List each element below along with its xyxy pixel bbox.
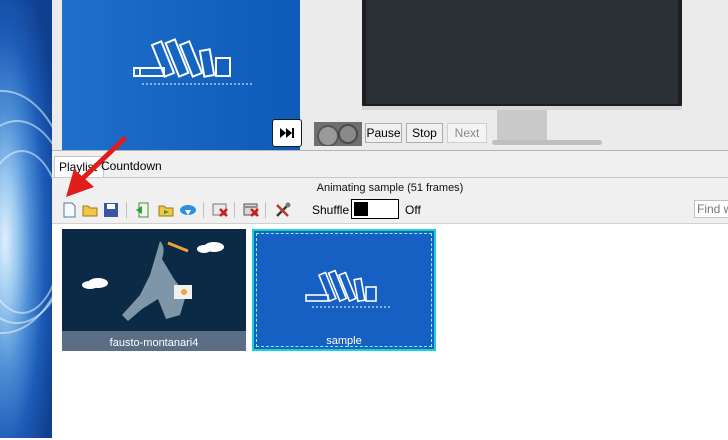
books-thumbnail-illustration (305, 269, 392, 308)
current-slide-preview (62, 0, 300, 150)
settings-tools-icon[interactable] (274, 201, 292, 219)
playlist-grid: fausto-montanari4 sample (52, 223, 728, 440)
skip-forward-icon (280, 128, 294, 138)
status-text: Animating sample (51 frames) (316, 182, 464, 194)
remove-item-icon[interactable] (211, 201, 229, 219)
playlist-panel: Playlist Countdown Animating sample (51 … (52, 150, 728, 440)
shuffle-state: Off (405, 203, 421, 217)
cloud-download-icon[interactable] (179, 201, 197, 219)
next-button[interactable]: Next (447, 123, 487, 143)
shuffle-toggle[interactable] (351, 199, 399, 219)
find-input[interactable]: Find w (694, 200, 728, 218)
monitor-stand-base (492, 140, 602, 145)
red-arrow-annotation (66, 136, 127, 197)
clear-all-icon[interactable] (242, 201, 260, 219)
pause-button[interactable]: Pause (365, 123, 402, 143)
add-folder-icon[interactable] (157, 201, 175, 219)
monitor-stand (497, 110, 547, 140)
gear-thumbnail (314, 122, 362, 146)
preview-area: Pause Stop Next (52, 0, 728, 150)
item-caption: sample (326, 335, 362, 347)
desktop-wallpaper (0, 0, 52, 438)
shuffle-label: Shuffle (312, 203, 350, 217)
item-caption: fausto-montanari4 (109, 337, 199, 349)
playlist-item-selected[interactable]: sample (252, 229, 436, 351)
playlist-item[interactable]: fausto-montanari4 (62, 229, 246, 351)
books-illustration (133, 38, 252, 85)
toolbar: Shuffle Off Find w (52, 198, 728, 222)
monitor-preview (362, 0, 682, 110)
stop-button[interactable]: Stop (406, 123, 443, 143)
skip-forward-button[interactable] (272, 119, 302, 147)
